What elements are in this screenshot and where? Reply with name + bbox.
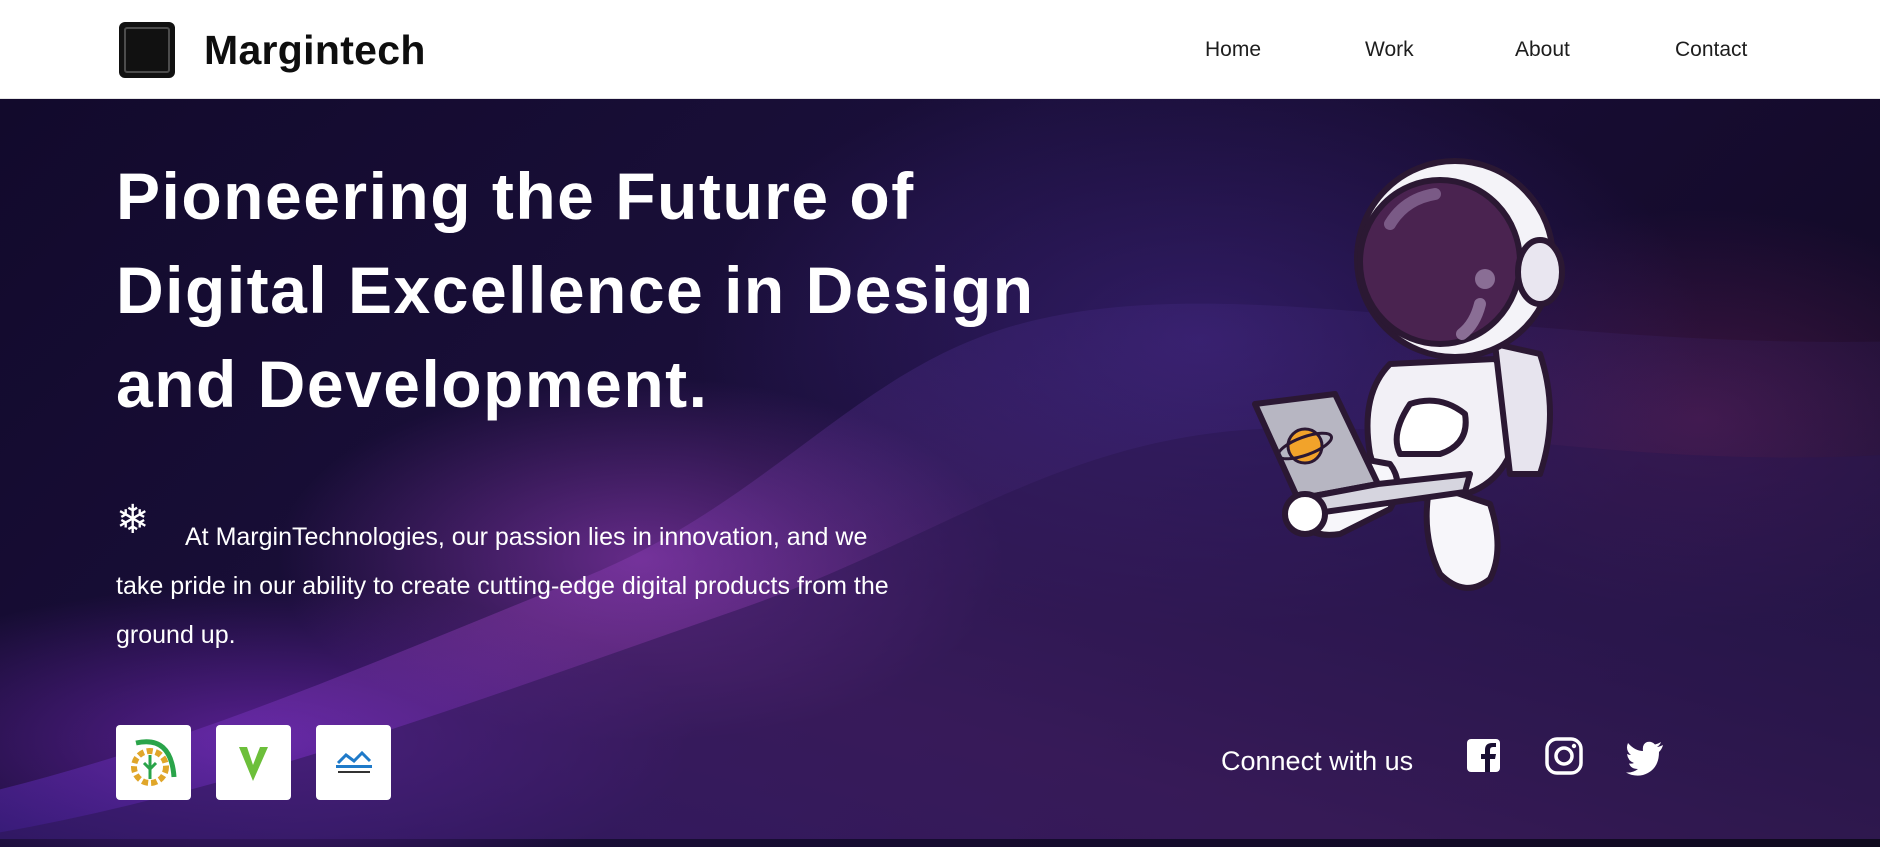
hero-description: At MarginTechnologies, our passion lies … [116,523,889,649]
astronaut-illustration [1252,158,1565,591]
client-logo-engineering[interactable] [316,725,391,800]
nav-work[interactable]: Work [1365,37,1414,63]
client-logo-v[interactable] [216,725,291,800]
hero-section: Pioneering the Future of Digital Excelle… [0,99,1880,847]
connect-label: Connect with us [1221,746,1414,776]
nav-contact[interactable]: Contact [1675,37,1747,63]
agri-logo-icon [131,739,177,786]
nav-home[interactable]: Home [1205,37,1261,63]
hero-headline: Pioneering the Future of Digital Excelle… [116,159,1035,421]
v-logo-icon [239,747,268,781]
client-logo-agri[interactable] [116,725,191,800]
logo-icon[interactable] [119,22,175,78]
engineering-logo-icon [336,750,372,773]
nav-about[interactable]: About [1515,37,1570,63]
instagram-icon[interactable] [1545,737,1585,777]
twitter-icon[interactable] [1625,737,1665,777]
site-header: Margintech Home Work About Contact [0,0,1880,99]
facebook-icon[interactable] [1465,737,1505,777]
brand-name[interactable]: Margintech [204,24,426,76]
